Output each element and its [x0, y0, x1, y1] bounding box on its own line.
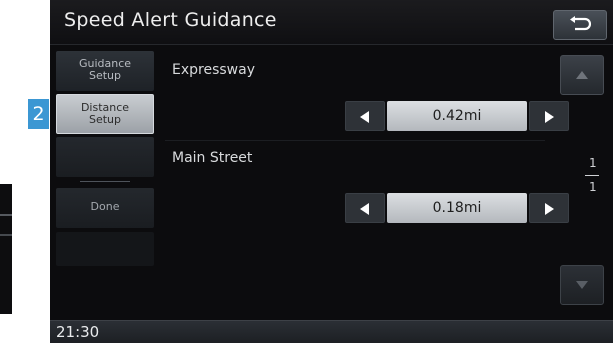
- guidance-setup-button[interactable]: Guidance Setup: [56, 51, 154, 91]
- distance-setup-button[interactable]: Distance Setup: [56, 94, 154, 134]
- fragment-line: [0, 234, 12, 236]
- guidance-setup-label-line2: Setup: [88, 69, 122, 82]
- expressway-decrease-button[interactable]: [345, 101, 385, 131]
- page-divider: [585, 175, 599, 176]
- status-bar: 21:30: [50, 320, 613, 343]
- main-street-label: Main Street: [172, 150, 253, 166]
- title-bar: Speed Alert Guidance: [50, 0, 613, 45]
- scroll-up-button[interactable]: [560, 55, 604, 95]
- distance-setup-label-line2: Setup: [88, 113, 122, 126]
- page-total: 1: [589, 180, 597, 194]
- main-street-distance-value: 0.18mi: [387, 193, 527, 223]
- triangle-right-icon: [545, 203, 554, 215]
- menu-bottom-panel: [56, 232, 154, 266]
- chevron-up-icon: [576, 71, 588, 79]
- page-current: 1: [589, 156, 597, 170]
- main-street-decrease-button[interactable]: [345, 193, 385, 223]
- menu-divider: [80, 181, 130, 182]
- adjacent-screen-fragment: [0, 184, 12, 314]
- triangle-left-icon: [360, 111, 369, 123]
- return-arrow-icon: [570, 16, 591, 31]
- triangle-right-icon: [545, 111, 554, 123]
- back-button[interactable]: [553, 10, 607, 40]
- triangle-left-icon: [360, 203, 369, 215]
- row-divider: [165, 140, 545, 141]
- scroll-down-button[interactable]: [560, 265, 604, 305]
- nav-screen: Speed Alert Guidance Guidance Setup Dist…: [50, 0, 613, 343]
- main-street-increase-button[interactable]: [529, 193, 569, 223]
- expressway-increase-button[interactable]: [529, 101, 569, 131]
- done-button[interactable]: Done: [56, 188, 154, 228]
- fragment-line: [0, 214, 12, 216]
- empty-menu-button: [56, 137, 154, 177]
- chevron-down-icon: [576, 281, 588, 289]
- expressway-label: Expressway: [172, 62, 255, 78]
- expressway-distance-value: 0.42mi: [387, 101, 527, 131]
- page-title: Speed Alert Guidance: [64, 9, 277, 31]
- clock: 21:30: [56, 323, 100, 341]
- step-badge: 2: [28, 99, 49, 129]
- done-label: Done: [90, 200, 120, 213]
